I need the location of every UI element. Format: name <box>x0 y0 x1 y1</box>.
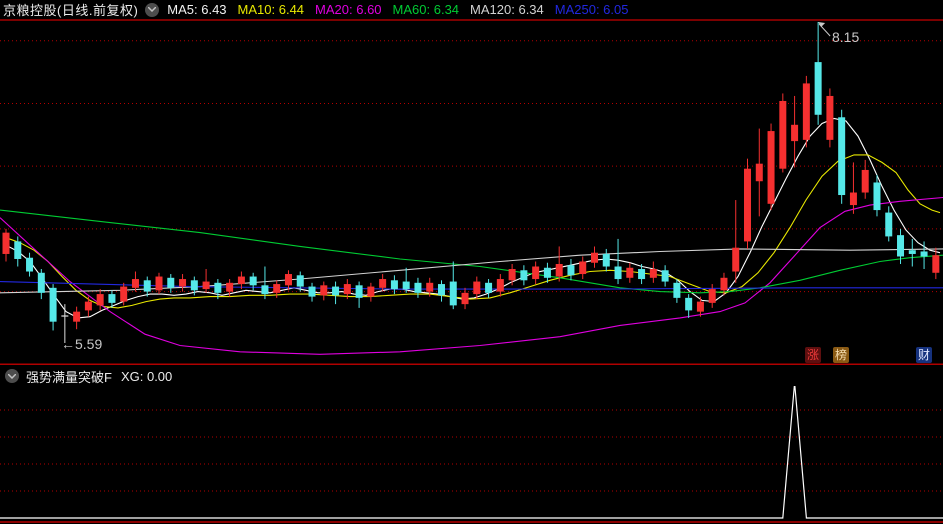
low-price-label: ←5.59 <box>61 336 103 352</box>
bottom-border <box>0 521 943 523</box>
ad-badge[interactable]: 财 <box>916 347 932 363</box>
ma-line-MA20 <box>0 196 943 355</box>
ma-label: MA20: 6.60 <box>315 2 382 17</box>
chart-canvas[interactable] <box>0 0 943 524</box>
panel-separator <box>0 363 943 365</box>
top-bar: 京粮控股(日线.前复权) MA5: 6.43 MA10: 6.44 MA20: 6.… <box>0 0 943 21</box>
xg-series-line <box>0 382 943 519</box>
chevron-down-icon[interactable] <box>5 369 19 383</box>
chevron-down-icon[interactable] <box>145 2 160 17</box>
ma-line-MA120 <box>0 248 943 294</box>
main-gridlines <box>0 40 943 293</box>
indicator-value: XG: 0.00 <box>120 368 173 384</box>
high-price-label: 8.15 <box>832 29 860 45</box>
indicator-header: 强势满量突破F XG: 0.00 <box>0 366 943 386</box>
ma-label: MA10: 6.44 <box>237 2 305 17</box>
ma-label: MA5: 6.43 <box>167 2 227 17</box>
stock-title: 京粮控股(日线.前复权) <box>3 3 139 18</box>
ma-label: MA60: 6.34 <box>392 2 460 17</box>
ad-badge[interactable]: 榜 <box>833 347 849 363</box>
annotation-layer <box>818 21 831 37</box>
indicator-gridlines <box>0 409 943 492</box>
ad-badge[interactable]: 涨 <box>805 347 821 363</box>
indicator-series <box>0 382 943 519</box>
stock-chart-app: 京粮控股(日线.前复权) MA5: 6.43 MA10: 6.44 MA20: 6.… <box>0 0 943 524</box>
ma-label: MA120: 6.34 <box>470 2 544 17</box>
ma-label: MA250: 6.05 <box>554 2 629 17</box>
ma-line-MA60 <box>0 209 943 294</box>
ma-line-MA250 <box>0 281 943 290</box>
candles-layer <box>2 21 940 343</box>
ma-legend: MA5: 6.43 MA10: 6.44 MA20: 6.60 MA60: 6.34 M… <box>167 2 628 17</box>
ma-lines-layer <box>0 117 943 355</box>
left-arrow-glyph: ← <box>61 336 75 352</box>
indicator-name: 强势满量突破F <box>26 369 112 385</box>
